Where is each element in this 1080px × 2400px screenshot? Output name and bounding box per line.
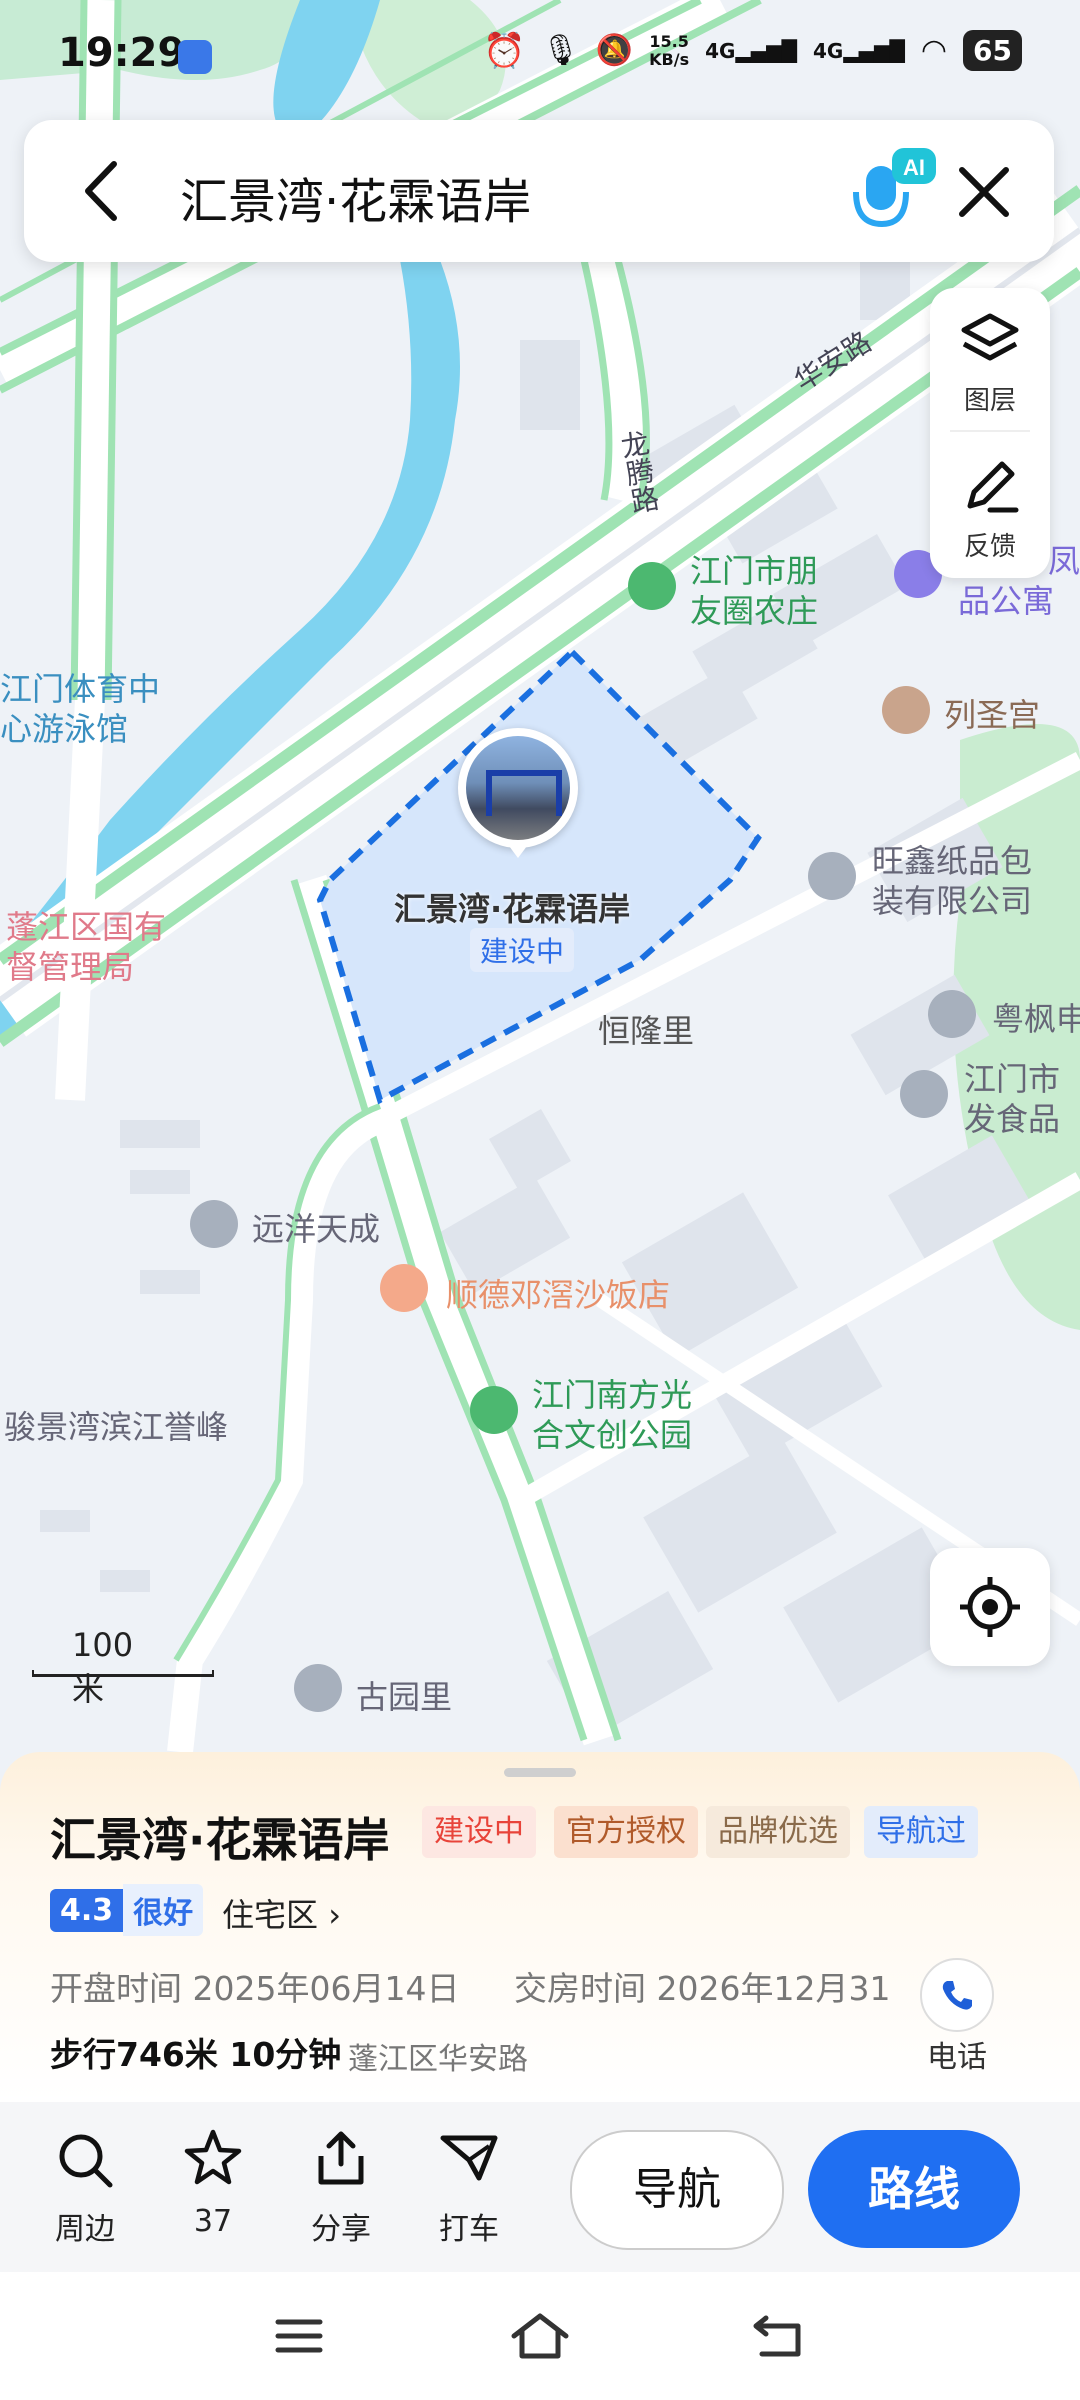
svg-text:AI: AI — [903, 155, 925, 180]
sheet-drag-handle[interactable] — [504, 1768, 576, 1777]
menu-icon[interactable] — [274, 2316, 324, 2356]
mute-bell-icon: 🔕 — [595, 33, 634, 68]
restaurant-poi-icon[interactable] — [380, 1264, 428, 1312]
share-icon — [318, 2131, 364, 2185]
net-speed: 15.5 KB/s — [649, 31, 690, 69]
project-photo-thumb — [458, 728, 578, 848]
project-marker-name[interactable]: 汇景湾·花霖语岸 — [394, 884, 630, 930]
farm-poi-icon[interactable] — [628, 562, 676, 610]
rating-word: 很好 — [123, 1884, 204, 1936]
poi-label-pengyou-2[interactable]: 友圈农庄 — [690, 586, 818, 632]
ai-voice-icon[interactable]: AI — [844, 146, 940, 238]
delivery-date: 交房时间 2026年12月31 — [514, 1969, 891, 2008]
status-bar: 19:29 ⏰ 🎙 🔕 15.5 KB/s 4G▂▄▆█ 4G▂▄▆█ ◠ 65 — [0, 0, 1080, 110]
microphone-icon: 🎙 — [541, 33, 580, 68]
status-time: 19:29 — [58, 30, 186, 76]
poi-label-nanfang-2[interactable]: 合文创公园 — [532, 1410, 692, 1456]
poi-label-yuefeng[interactable]: 粤枫申 — [992, 994, 1080, 1040]
feedback-icon[interactable] — [960, 456, 1020, 516]
poi-label-junjing[interactable]: 骏景湾滨江誉峰 — [4, 1402, 228, 1448]
favorite-count: 37 — [193, 2204, 233, 2239]
residence-poi-icon[interactable] — [190, 1200, 238, 1248]
poi-label-jiangmenshi-2[interactable]: 发食品 — [964, 1094, 1060, 1140]
poi-label-tiyu-2[interactable]: 心游泳馆 — [0, 704, 128, 750]
taxi-label: 打车 — [439, 2212, 499, 2247]
star-icon — [184, 2129, 242, 2185]
status-icons: ⏰ 🎙 🔕 15.5 KB/s 4G▂▄▆█ 4G▂▄▆█ ◠ 65 — [483, 30, 1022, 71]
phone-button[interactable] — [920, 1958, 994, 2032]
phone-label[interactable]: 电话 — [920, 2032, 994, 2076]
search-bar[interactable]: 汇景湾·花霖语岸 AI — [24, 120, 1054, 262]
alarm-icon: ⏰ — [483, 30, 526, 71]
wifi-icon: ◠ — [920, 33, 948, 68]
project-marker-status: 建设中 — [470, 928, 575, 972]
rating-badge[interactable]: 4.3 很好 — [50, 1884, 204, 1936]
tag-under-construction: 建设中 — [422, 1806, 536, 1858]
walk-distance: 步行746米 10分钟 — [50, 2035, 342, 2074]
poi-label-fengdian-2[interactable]: 品公寓 — [958, 576, 1054, 622]
rating-score: 4.3 — [50, 1888, 124, 1932]
app-notification-icon — [178, 40, 212, 74]
route-button[interactable]: 路线 — [808, 2130, 1020, 2248]
signal-4g-icon: 4G▂▄▆█ — [705, 38, 797, 63]
poi-label-yuanyang[interactable]: 远洋天成 — [252, 1204, 380, 1250]
scale-label: 100米 — [72, 1626, 134, 1708]
phone-icon — [942, 1981, 972, 2010]
address[interactable]: 蓬江区华安路 — [348, 2034, 528, 2078]
feedback-label[interactable]: 反馈 — [930, 526, 1050, 563]
share-label: 分享 — [311, 2212, 371, 2247]
tag-brand-preferred: 品牌优选 — [706, 1806, 850, 1858]
locate-me-button[interactable] — [930, 1548, 1050, 1666]
tag-navigated: 导航过 — [864, 1806, 978, 1858]
back-icon[interactable] — [74, 158, 134, 224]
company-poi-icon[interactable] — [808, 852, 856, 900]
company-poi-icon-2[interactable] — [928, 990, 976, 1038]
poi-label-lieshenggong[interactable]: 列圣宫 — [944, 690, 1040, 736]
system-nav-bar — [0, 2272, 1080, 2400]
search-icon — [59, 2134, 113, 2188]
search-query[interactable]: 汇景湾·花霖语岸 — [180, 162, 531, 232]
poi-label-guyuanli[interactable]: 古园里 — [356, 1672, 452, 1718]
signal-4g-icon-2: 4G▂▄▆█ — [812, 38, 905, 63]
back-nav-icon[interactable] — [752, 2314, 806, 2358]
park-poi-icon[interactable] — [470, 1386, 518, 1434]
poi-label-wangxin-2[interactable]: 装有限公司 — [872, 876, 1032, 922]
project-marker[interactable] — [458, 728, 586, 858]
open-date: 开盘时间 2025年06月14日 — [50, 1969, 460, 2008]
close-icon[interactable] — [954, 162, 1014, 222]
nearby-label: 周边 — [55, 2212, 115, 2247]
place-title: 汇景湾·花霖语岸 — [50, 1813, 390, 1867]
battery-indicator: 65 — [963, 30, 1022, 71]
layers-icon[interactable] — [960, 310, 1020, 370]
area-label-henglongli[interactable]: 恒隆里 — [598, 1006, 694, 1052]
poi-label-shunde[interactable]: 顺德邓滘沙饭店 — [446, 1270, 670, 1316]
tag-official-authorized: 官方授权 — [554, 1806, 698, 1858]
crosshair-icon — [960, 1577, 1020, 1637]
home-icon[interactable] — [508, 2310, 572, 2362]
layers-label[interactable]: 图层 — [930, 380, 1050, 417]
map-side-panel: 图层 反馈 — [930, 288, 1050, 578]
residence-poi-icon-2[interactable] — [294, 1664, 342, 1712]
taxi-icon — [440, 2135, 498, 2181]
chevron-right-icon: › — [318, 1896, 341, 1934]
company-poi-icon-3[interactable] — [900, 1070, 948, 1118]
poi-label-pengjiang-2[interactable]: 督管理局 — [6, 942, 134, 988]
temple-poi-icon[interactable] — [882, 686, 930, 734]
navigate-button[interactable]: 导航 — [570, 2130, 784, 2250]
category-link[interactable]: 住宅区 › — [222, 1890, 341, 1936]
